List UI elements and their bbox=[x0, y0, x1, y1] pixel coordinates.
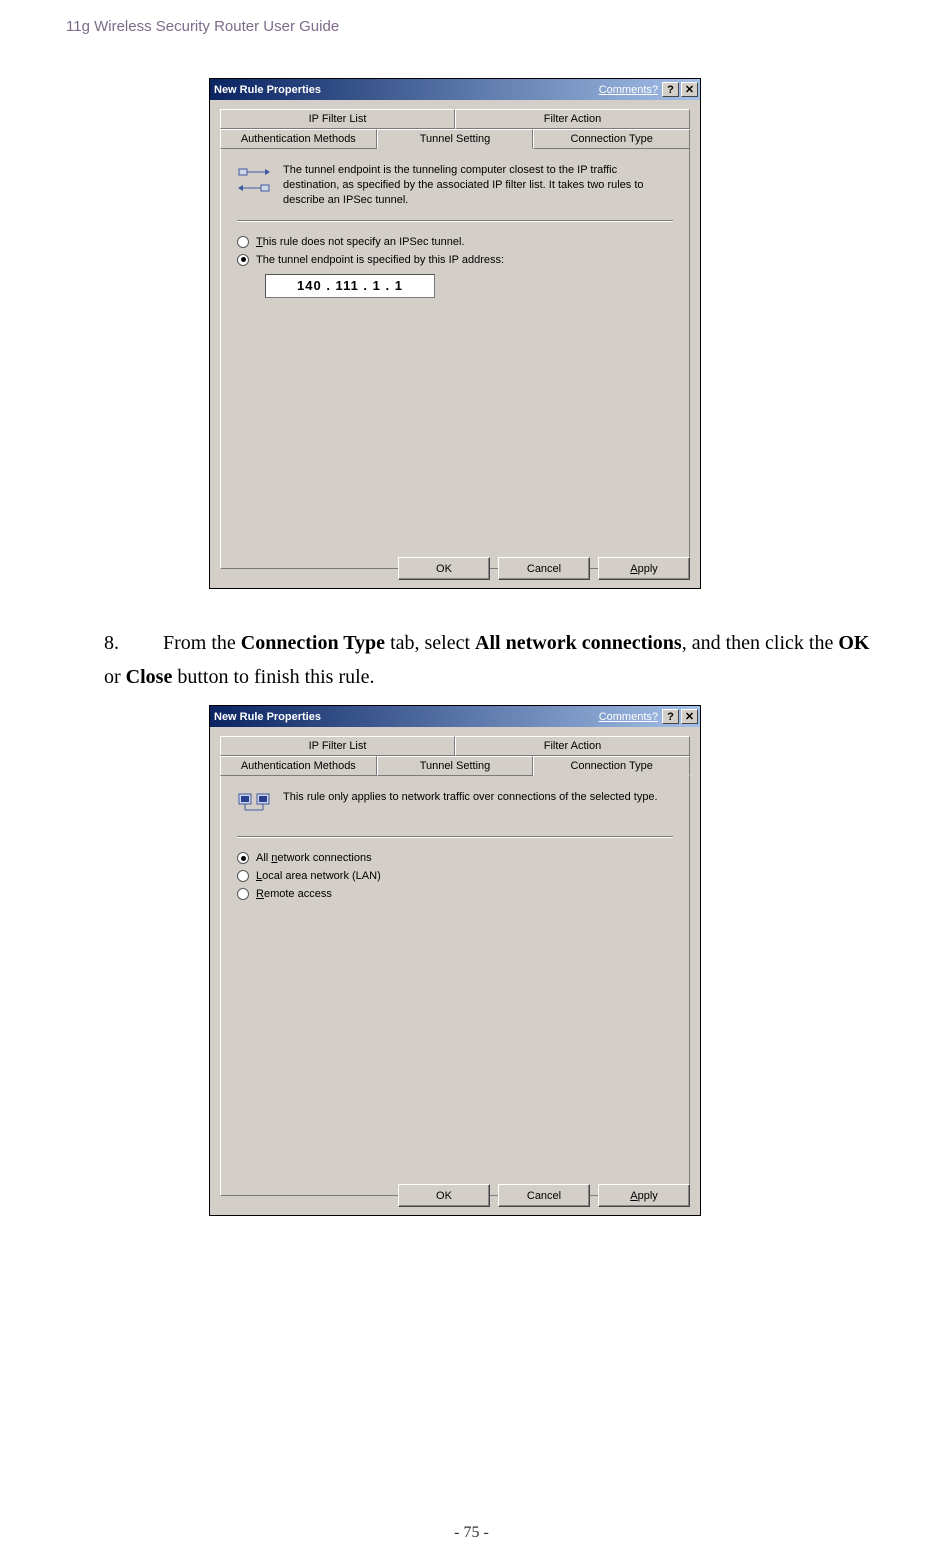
tab-connection-type[interactable]: Connection Type bbox=[533, 129, 690, 149]
tab-authentication-methods[interactable]: Authentication Methods bbox=[220, 129, 377, 149]
tab-authentication-methods[interactable]: Authentication Methods bbox=[220, 756, 377, 776]
apply-button[interactable]: Apply bbox=[598, 557, 690, 580]
radio-tunnel-ip[interactable]: The tunnel endpoint is specified by this… bbox=[237, 254, 673, 266]
tab-label: Tunnel Setting bbox=[420, 133, 491, 145]
page-header: 11g Wireless Security Router User Guide bbox=[66, 18, 339, 35]
dialog-title: New Rule Properties bbox=[214, 84, 321, 96]
tab-label: IP Filter List bbox=[309, 740, 367, 752]
divider bbox=[237, 220, 673, 222]
tab-filter-action[interactable]: Filter Action bbox=[455, 109, 690, 129]
radio-icon bbox=[237, 870, 249, 882]
button-label: Apply bbox=[630, 563, 658, 575]
tunnel-panel: The tunnel endpoint is the tunneling com… bbox=[220, 149, 690, 569]
tab-label: Filter Action bbox=[544, 740, 601, 752]
tab-label: Tunnel Setting bbox=[420, 760, 491, 772]
close-button[interactable]: ✕ bbox=[681, 709, 698, 724]
tab-label: IP Filter List bbox=[309, 113, 367, 125]
tab-label: Filter Action bbox=[544, 113, 601, 125]
radio-label: Remote access bbox=[256, 888, 332, 900]
step-text: From the Connection Type tab, select All… bbox=[104, 632, 869, 688]
tab-ip-filter-list[interactable]: IP Filter List bbox=[220, 109, 455, 129]
dialog-connection-type: New Rule Properties Comments? ? ✕ IP Fil… bbox=[209, 705, 701, 1216]
tab-label: Authentication Methods bbox=[241, 760, 356, 772]
comments-link[interactable]: Comments? bbox=[599, 84, 658, 96]
tunnel-description: The tunnel endpoint is the tunneling com… bbox=[283, 163, 673, 208]
help-button[interactable]: ? bbox=[662, 82, 679, 97]
radio-remote-access[interactable]: Remote access bbox=[237, 888, 673, 900]
dialog-title: New Rule Properties bbox=[214, 711, 321, 723]
step-number: 8. bbox=[104, 626, 158, 660]
divider bbox=[237, 836, 673, 838]
connection-description: This rule only applies to network traffi… bbox=[283, 790, 658, 824]
connection-type-panel: This rule only applies to network traffi… bbox=[220, 776, 690, 1196]
button-label: Cancel bbox=[527, 563, 561, 575]
button-label: OK bbox=[436, 563, 452, 575]
close-button[interactable]: ✕ bbox=[681, 82, 698, 97]
network-icon bbox=[237, 790, 271, 824]
radio-icon bbox=[237, 852, 249, 864]
button-label: Cancel bbox=[527, 1190, 561, 1202]
tab-ip-filter-list[interactable]: IP Filter List bbox=[220, 736, 455, 756]
ok-button[interactable]: OK bbox=[398, 557, 490, 580]
tab-connection-type[interactable]: Connection Type bbox=[533, 756, 690, 776]
tab-filter-action[interactable]: Filter Action bbox=[455, 736, 690, 756]
radio-icon bbox=[237, 236, 249, 248]
page-number: - 75 - bbox=[0, 1524, 943, 1542]
radio-label: This rule does not specify an IPSec tunn… bbox=[256, 236, 465, 248]
button-label: OK bbox=[436, 1190, 452, 1202]
cancel-button[interactable]: Cancel bbox=[498, 1184, 590, 1207]
tunnel-icon bbox=[237, 163, 271, 197]
titlebar: New Rule Properties Comments? ? ✕ bbox=[210, 706, 700, 727]
apply-button[interactable]: Apply bbox=[598, 1184, 690, 1207]
tab-label: Connection Type bbox=[570, 133, 652, 145]
radio-all-network[interactable]: All network connections bbox=[237, 852, 673, 864]
radio-label: The tunnel endpoint is specified by this… bbox=[256, 254, 504, 266]
radio-icon bbox=[237, 254, 249, 266]
comments-link[interactable]: Comments? bbox=[599, 711, 658, 723]
radio-lan[interactable]: Local area network (LAN) bbox=[237, 870, 673, 882]
tab-tunnel-setting[interactable]: Tunnel Setting bbox=[377, 129, 534, 149]
tab-label: Connection Type bbox=[570, 760, 652, 772]
tab-tunnel-setting[interactable]: Tunnel Setting bbox=[377, 756, 534, 776]
ip-address-input[interactable]: 140 . 111 . 1 . 1 bbox=[265, 274, 435, 298]
radio-label: Local area network (LAN) bbox=[256, 870, 381, 882]
radio-icon bbox=[237, 888, 249, 900]
titlebar: New Rule Properties Comments? ? ✕ bbox=[210, 79, 700, 100]
radio-no-tunnel[interactable]: This rule does not specify an IPSec tunn… bbox=[237, 236, 673, 248]
cancel-button[interactable]: Cancel bbox=[498, 557, 590, 580]
ok-button[interactable]: OK bbox=[398, 1184, 490, 1207]
radio-label: All network connections bbox=[256, 852, 372, 864]
step-8: 8. From the Connection Type tab, select … bbox=[104, 626, 891, 694]
tab-label: Authentication Methods bbox=[241, 133, 356, 145]
button-label: Apply bbox=[630, 1190, 658, 1202]
dialog-tunnel-setting: New Rule Properties Comments? ? ✕ IP Fil… bbox=[209, 78, 701, 589]
help-button[interactable]: ? bbox=[662, 709, 679, 724]
